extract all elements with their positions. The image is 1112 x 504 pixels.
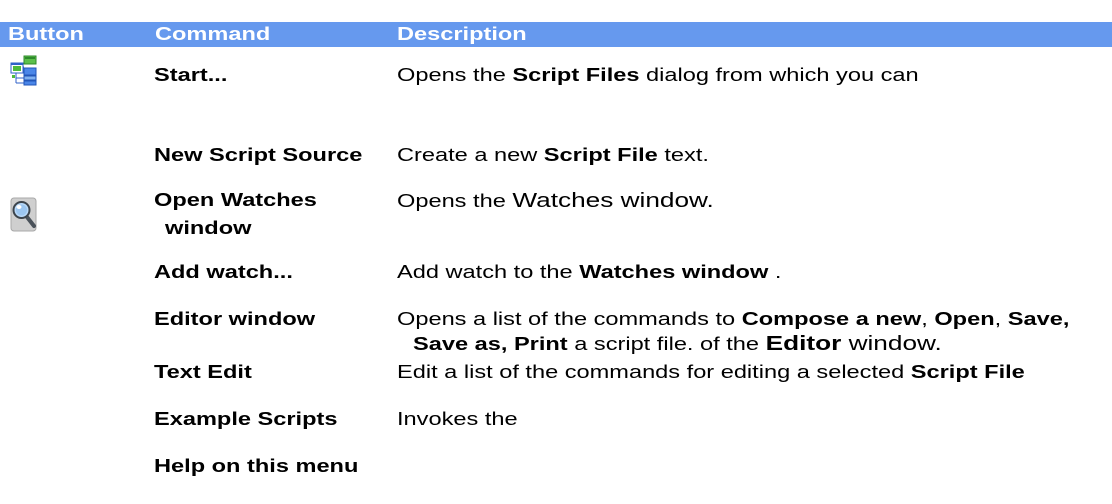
description-text: .: [768, 262, 782, 282]
description-emphasis: Save as, Print: [413, 334, 568, 354]
description-emphasis: Script Files: [512, 65, 640, 85]
command-label: Text Edit: [154, 362, 252, 382]
command-label: Example Scripts: [154, 409, 338, 429]
description-emphasis: Watches window: [579, 262, 769, 282]
description-line: Opens the Script Files dialog from which…: [397, 65, 919, 85]
command-label: Add watch...: [154, 262, 293, 282]
description-text: Opens a list of the commands to: [397, 309, 742, 329]
table-row: Editor window Opens a list of the comman…: [0, 309, 1112, 354]
description-emphasis: Compose a new: [741, 309, 922, 329]
description-emphasis: Script File: [910, 362, 1025, 382]
description-emphasis: Editor: [765, 333, 842, 355]
description-text: ,: [921, 309, 935, 329]
description-text: Add watch to the: [397, 262, 580, 282]
description-emphasis: Save,: [1007, 309, 1070, 329]
command-label: Editor window: [154, 309, 316, 329]
description-line: Add watch to the Watches window .: [397, 262, 781, 282]
description-text: Opens the: [397, 65, 513, 85]
header-description: Description: [397, 24, 527, 44]
description-text: Opens the: [397, 191, 513, 211]
description-text: ,: [994, 309, 1008, 329]
description-text: a script file. of the: [567, 334, 766, 354]
description-line: Edit a list of the commands for editing …: [397, 362, 1025, 382]
description-text: Edit a list of the commands for editing …: [397, 362, 911, 382]
description-emphasis: Open: [934, 309, 995, 329]
header-command: Command: [155, 24, 271, 44]
table-row: Text Edit Edit a list of the commands fo…: [0, 362, 1112, 382]
magnifier-icon: [10, 197, 37, 233]
command-label: Start...: [154, 65, 228, 85]
description-text: text.: [657, 145, 709, 165]
command-label: Open Watches: [154, 190, 317, 210]
header-button: Button: [8, 24, 84, 44]
description-line: Opens the Watches window.: [397, 191, 714, 211]
table-row: Add watch... Add watch to the Watches wi…: [0, 262, 1112, 282]
table-row: Start... Opens the Script Files dialog f…: [0, 55, 1112, 86]
table-row: Help on this menu: [0, 456, 1112, 476]
description-line: Opens a list of the commands to Compose …: [397, 309, 1069, 329]
description-line: Create a new Script File text.: [397, 145, 709, 165]
table-row: New Script Source Create a new Script Fi…: [0, 145, 1112, 165]
table-row: Open Watches window Opens the Watches wi…: [0, 190, 1112, 238]
description-text: Watches window.: [512, 190, 714, 212]
description-text: window.: [841, 333, 942, 355]
script-files-icon: [10, 55, 37, 86]
description-line: Save as, Print a script file. of the Edi…: [413, 334, 942, 354]
description-text: Create a new: [397, 145, 544, 165]
command-label: New Script Source: [154, 145, 363, 165]
command-label: Help on this menu: [154, 456, 359, 476]
table-header: Button Command Description: [0, 22, 1112, 47]
command-label: window: [165, 218, 252, 238]
table-row: Example Scripts Invokes the: [0, 409, 1112, 429]
description-text: Invokes the: [397, 409, 518, 429]
description-text: dialog from which you can: [639, 65, 919, 85]
description-emphasis: Script File: [543, 145, 658, 165]
description-line: Invokes the: [397, 409, 518, 429]
